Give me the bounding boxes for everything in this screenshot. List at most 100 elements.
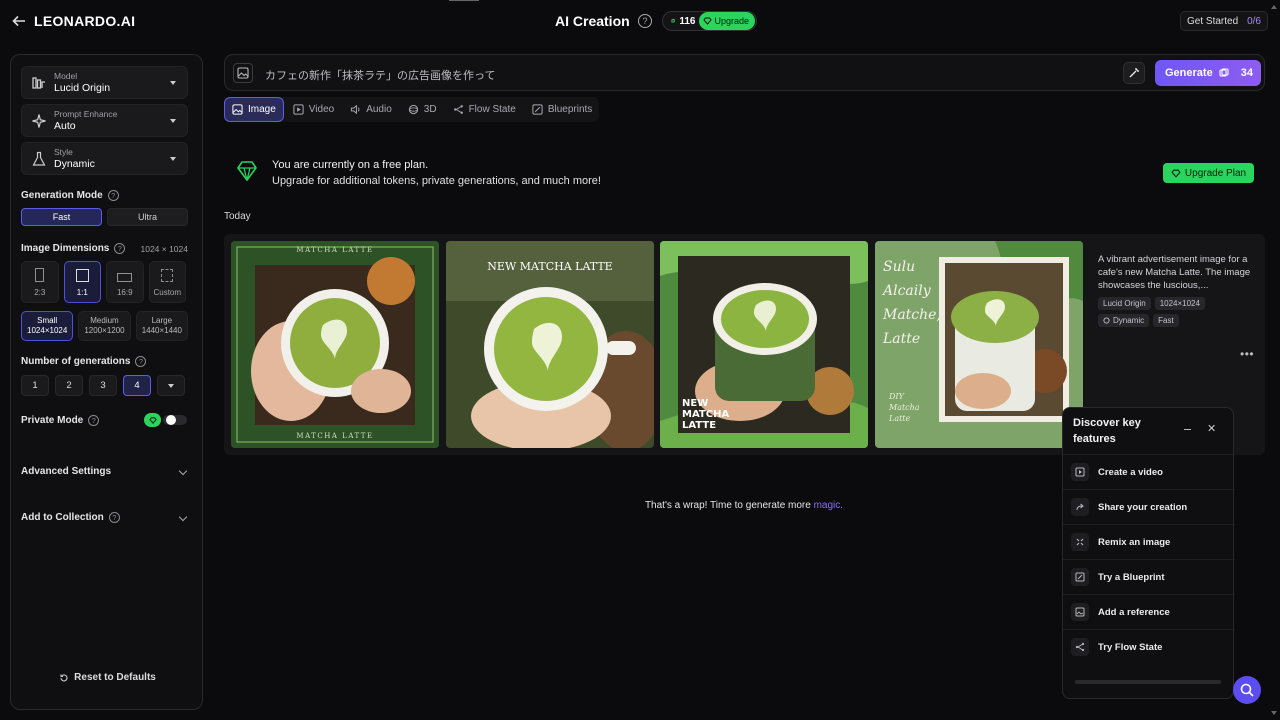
prompt-enhance-select[interactable]: Prompt Enhance Auto	[21, 104, 188, 137]
size-name: Small	[37, 316, 58, 325]
upgrade-button[interactable]: Upgrade	[699, 12, 755, 30]
size-name: Large	[151, 316, 173, 325]
discover-item-flow-state[interactable]: Try Flow State	[1063, 629, 1235, 664]
num-generations-heading: Number of generations ?	[21, 356, 147, 367]
help-icon[interactable]: ?	[88, 415, 100, 426]
generated-image[interactable]: NEW MATCHA LATTE	[660, 241, 868, 448]
style-select[interactable]: Style Dynamic	[21, 142, 188, 175]
discover-item-create-video[interactable]: Create a video	[1063, 454, 1235, 489]
help-icon[interactable]: ?	[107, 190, 119, 201]
discover-progress-bar	[1075, 680, 1221, 684]
generation-mode-label: Generation Mode	[21, 190, 103, 201]
help-icon[interactable]: ?	[135, 356, 147, 367]
generated-image[interactable]: MATCHA LATTE MATCHA LATTE	[231, 241, 439, 448]
ratio-label: 2:3	[34, 288, 46, 297]
discover-item-label: Remix an image	[1098, 536, 1171, 548]
image-caption-top: NEW MATCHA LATTE	[487, 260, 613, 273]
image-script-text: Sulu Alcaily Matche, Latte	[883, 259, 941, 347]
discover-item-share[interactable]: Share your creation	[1063, 489, 1235, 524]
tab-3d[interactable]: 3D	[401, 97, 444, 122]
advanced-settings-label: Advanced Settings	[21, 466, 112, 477]
num-gen-4-button[interactable]: 4	[123, 375, 151, 396]
reset-label: Reset to Defaults	[74, 672, 156, 683]
size-dims: 1024×1024	[27, 326, 68, 335]
size-small-button[interactable]: Small 1024×1024	[21, 311, 74, 341]
get-started-progress: 0/6	[1247, 15, 1261, 27]
token-balance[interactable]: 116 Upgrade	[662, 11, 757, 31]
remix-icon	[1071, 533, 1089, 551]
magic-wand-icon	[1129, 68, 1139, 78]
reset-defaults-button[interactable]: Reset to Defaults	[11, 672, 204, 683]
num-gen-more-button[interactable]	[157, 375, 185, 396]
generated-image[interactable]: Sulu Alcaily Matche, Latte DIY Matcha La…	[875, 241, 1083, 448]
generation-details: A vibrant advertisement image for a cafe…	[1098, 253, 1258, 327]
upgrade-plan-button[interactable]: Upgrade Plan	[1163, 163, 1254, 183]
close-icon[interactable]: ✕	[1207, 422, 1216, 435]
chevron-down-icon	[170, 81, 176, 85]
ratio-label: 16:9	[116, 288, 133, 297]
style-label: Style	[54, 147, 73, 157]
tab-flow-state[interactable]: Flow State	[446, 97, 523, 122]
scrollbar[interactable]	[1270, 0, 1278, 720]
settings-sidebar: Model Lucid Origin Prompt Enhance Auto S…	[10, 54, 203, 710]
tab-image[interactable]: Image	[224, 97, 284, 122]
discover-item-label: Share your creation	[1098, 501, 1188, 513]
private-mode-toggle[interactable]	[144, 413, 188, 427]
prompt-enhance-button[interactable]	[1123, 62, 1145, 84]
brand-logo[interactable]: LEONARDO.AI	[34, 13, 135, 29]
generated-image[interactable]: NEW MATCHA LATTE	[446, 241, 654, 448]
page-title: AI Creation	[555, 13, 630, 29]
mode-fast-button[interactable]: Fast	[21, 208, 102, 226]
video-icon	[293, 104, 304, 115]
image-upload-button[interactable]	[233, 63, 253, 83]
advanced-settings-toggle[interactable]: Advanced Settings	[21, 466, 188, 477]
image-caption-top: MATCHA LATTE	[296, 246, 374, 254]
discover-item-remix[interactable]: Remix an image	[1063, 524, 1235, 559]
ratio-custom-button[interactable]: Custom	[148, 261, 186, 303]
aspect-ratio-options: 2:3 1:1 16:9 Custom	[21, 261, 188, 303]
feed-end-link[interactable]: magic.	[814, 500, 843, 511]
discover-item-reference[interactable]: Add a reference	[1063, 594, 1235, 629]
ratio-2-3-button[interactable]: 2:3	[21, 261, 59, 303]
ratio-16-9-button[interactable]: 16:9	[106, 261, 144, 303]
minimize-icon[interactable]	[1184, 429, 1191, 430]
generate-button[interactable]: Generate 34	[1155, 60, 1261, 86]
add-to-collection-toggle[interactable]: Add to Collection ?	[21, 512, 188, 523]
mode-ultra-button[interactable]: Ultra	[107, 208, 188, 226]
generate-cost: 34	[1240, 67, 1253, 79]
size-large-button[interactable]: Large 1440×1440	[135, 311, 188, 341]
generate-label: Generate	[1165, 67, 1213, 79]
diamond-icon	[148, 416, 157, 424]
tab-audio[interactable]: Audio	[343, 97, 399, 122]
tab-video[interactable]: Video	[286, 97, 341, 122]
plan-message-title: You are currently on a free plan.	[272, 159, 429, 171]
num-gen-2-button[interactable]: 2	[55, 375, 83, 396]
discover-item-label: Try a Blueprint	[1098, 571, 1165, 583]
search-help-button[interactable]	[1233, 676, 1261, 704]
discover-item-blueprint[interactable]: Try a Blueprint	[1063, 559, 1235, 594]
flask-icon	[32, 151, 46, 166]
discover-title: Discover key features	[1073, 417, 1141, 445]
help-icon[interactable]: ?	[108, 512, 120, 523]
model-select[interactable]: Model Lucid Origin	[21, 66, 188, 99]
tab-label: Audio	[366, 104, 392, 115]
speaker-icon	[351, 104, 360, 115]
upgrade-label: Upgrade	[714, 16, 749, 26]
help-icon[interactable]: ?	[638, 14, 652, 28]
style-chip: Dynamic	[1098, 314, 1150, 327]
prompt-input[interactable]: カフェの新作「抹茶ラテ」の広告画像を作って	[265, 67, 495, 83]
search-icon	[1240, 683, 1254, 697]
discover-item-label: Create a video	[1098, 466, 1163, 478]
ratio-1-1-button[interactable]: 1:1	[63, 261, 101, 303]
generation-tags: Lucid Origin 1024×1024 Dynamic Fast	[1098, 297, 1258, 327]
more-options-icon[interactable]: •••	[1240, 347, 1254, 361]
size-medium-button[interactable]: Medium 1200×1200	[78, 311, 131, 341]
get-started-button[interactable]: Get Started 0/6	[1180, 11, 1268, 31]
back-arrow-icon[interactable]	[10, 12, 28, 30]
chevron-down-icon	[178, 466, 188, 476]
image-dimensions-heading: Image Dimensions ?	[21, 243, 126, 254]
help-icon[interactable]: ?	[114, 243, 126, 254]
num-gen-3-button[interactable]: 3	[89, 375, 117, 396]
num-gen-1-button[interactable]: 1	[21, 375, 49, 396]
tab-blueprints[interactable]: Blueprints	[525, 97, 599, 122]
